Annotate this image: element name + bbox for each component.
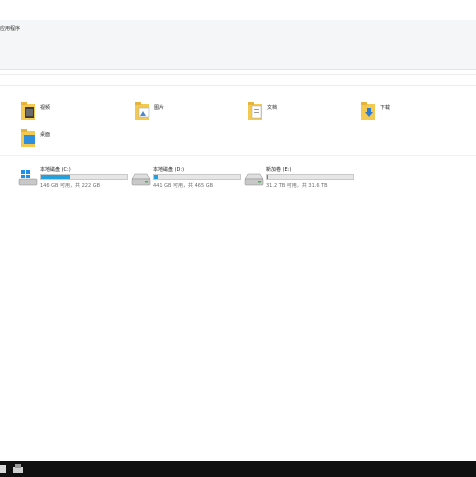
folder-pictures[interactable]: 图片 <box>134 101 224 123</box>
ribbon: 应用程序 <box>0 20 476 70</box>
folder-label: 文档 <box>267 105 278 111</box>
taskbar <box>0 461 476 477</box>
address-bar[interactable] <box>0 74 476 86</box>
folder-label: 桌面 <box>40 132 51 138</box>
start-button[interactable] <box>0 465 6 473</box>
title-bar <box>0 0 476 20</box>
drive-space-info: 441 GB 可用，共 465 GB <box>153 183 214 189</box>
hard-drive-icon <box>244 173 264 186</box>
downloads-folder-icon <box>361 102 375 120</box>
desktop-folder-icon <box>21 129 35 147</box>
documents-folder-icon <box>248 102 262 120</box>
folder-documents[interactable]: 文档 <box>247 101 337 123</box>
drive-usage-fill <box>267 175 268 179</box>
drive-name: 本地磁盘 (C:) <box>40 167 71 173</box>
drive-usage-bar <box>153 174 241 180</box>
hard-drive-icon <box>131 173 151 186</box>
drive-name: 本地磁盘 (D:) <box>153 167 185 173</box>
drive-usage-bar <box>40 174 128 180</box>
pictures-folder-icon <box>135 102 150 120</box>
drive-c[interactable]: 本地磁盘 (C:) 146 GB 可用，共 222 GB <box>18 166 133 190</box>
folder-videos[interactable]: 视频 <box>20 101 110 123</box>
drive-d[interactable]: 本地磁盘 (D:) 441 GB 可用，共 465 GB <box>131 166 246 190</box>
drive-space-info: 146 GB 可用，共 222 GB <box>40 183 101 189</box>
ribbon-tab-label[interactable]: 应用程序 <box>0 25 20 32</box>
folder-label: 下载 <box>380 105 391 111</box>
drive-usage-bar <box>266 174 354 180</box>
folder-label: 视频 <box>40 105 51 111</box>
drive-usage-fill <box>154 175 159 179</box>
drive-usage-fill <box>41 175 71 179</box>
this-pc-content: 视频 图片 文档 下载 桌面 本地磁盘 (C:) 146 GB 可用，共 222… <box>0 92 476 461</box>
section-divider <box>0 155 476 156</box>
drive-e[interactable]: 新加卷 (E:) 31.2 TB 可用，共 31.6 TB <box>244 166 359 190</box>
windows-drive-icon <box>18 170 38 186</box>
folder-desktop[interactable]: 桌面 <box>20 128 110 150</box>
app-icon[interactable] <box>12 463 24 475</box>
folder-downloads[interactable]: 下载 <box>360 101 450 123</box>
folder-label: 图片 <box>154 105 165 111</box>
drive-space-info: 31.2 TB 可用，共 31.6 TB <box>266 183 328 189</box>
video-folder-icon <box>21 102 35 120</box>
file-explorer-window: 应用程序 视频 图片 文档 下载 桌面 本地磁盘 (C:) 146 GB 可用，… <box>0 0 476 461</box>
drive-name: 新加卷 (E:) <box>266 167 292 173</box>
